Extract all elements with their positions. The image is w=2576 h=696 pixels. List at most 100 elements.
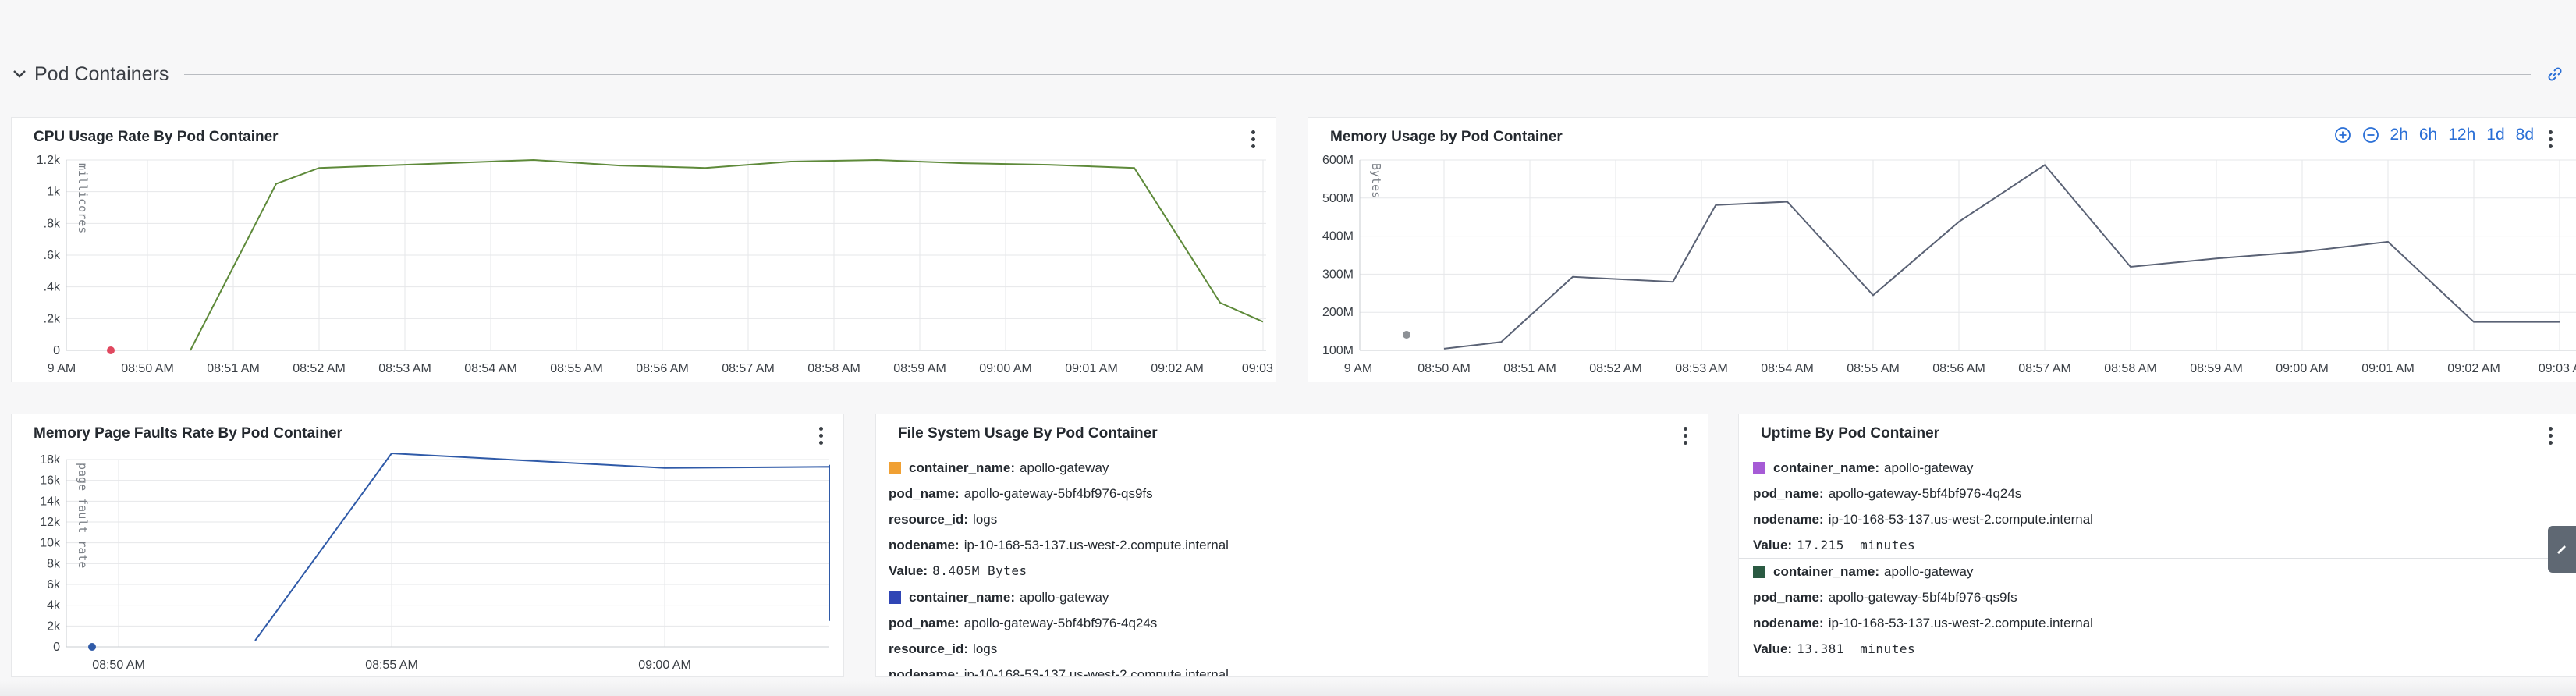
y-tick-label: 200M bbox=[1322, 306, 1354, 319]
y-tick-label: 8k bbox=[47, 557, 61, 570]
x-tick-label: 08:58 AM bbox=[807, 362, 860, 375]
x-tick-label: 08:54 AM bbox=[1761, 362, 1814, 375]
x-tick-label: 09:00 AM bbox=[638, 659, 691, 672]
page-faults-chart: 18k 16k 14k 12k 10k 8k 6k 4k 2k 0 08:50 AM 08:55 AM… bbox=[40, 452, 830, 672]
series-line bbox=[1443, 164, 2560, 350]
x-tick-label: 08:50 AM bbox=[92, 659, 145, 672]
chevron-down-icon[interactable] bbox=[11, 66, 28, 83]
panel-title: File System Usage By Pod Container bbox=[898, 425, 1158, 442]
field-value: apollo-gateway-5bf4bf976-qs9fs bbox=[1828, 590, 2017, 605]
x-tick-label: 08:54 AM bbox=[464, 362, 517, 375]
y-tick-label: 500M bbox=[1322, 192, 1354, 205]
memory-chart: 600M 500M 400M 300M 200M 100M 9 AM 08:50 AM 08:5… bbox=[1322, 154, 2576, 375]
field-value: logs bbox=[973, 641, 998, 656]
y-axis-label: millicores bbox=[76, 163, 90, 233]
x-tick-label: 08:56 AM bbox=[1932, 362, 1985, 375]
memory-usage-panel: Memory Usage by Pod Container 2h 6h 12h … bbox=[1308, 117, 2576, 382]
cpu-usage-panel: CPU Usage Rate By Pod Container 1.2k 1k .8… bbox=[11, 117, 1276, 382]
x-tick-label: 08:56 AM bbox=[636, 362, 689, 375]
field-label: nodename: bbox=[889, 667, 960, 676]
field-value: 8.405M Bytes bbox=[932, 563, 1027, 578]
feedback-tab[interactable] bbox=[2548, 526, 2576, 573]
field-value: 13.381 minutes bbox=[1797, 641, 1916, 656]
field-label: resource_id: bbox=[889, 641, 969, 656]
field-value: apollo-gateway-5bf4bf976-4q24s bbox=[963, 616, 1158, 630]
field-value: 17.215 minutes bbox=[1797, 538, 1916, 552]
x-tick-label: 08:50 AM bbox=[121, 362, 174, 375]
y-axis-label: Bytes bbox=[1369, 163, 1383, 198]
field-value: apollo-gateway bbox=[1884, 460, 1974, 475]
link-icon[interactable] bbox=[2545, 64, 2565, 84]
y-tick-label: 300M bbox=[1322, 268, 1354, 281]
x-tick-label: 08:55 AM bbox=[550, 362, 603, 375]
x-tick-label: 08:53 AM bbox=[378, 362, 431, 375]
series-swatch bbox=[1753, 565, 1765, 578]
x-tick-label: 08:59 AM bbox=[893, 362, 946, 375]
x-tick-label: 9 AM bbox=[48, 362, 76, 375]
x-tick-label: 08:53 AM bbox=[1675, 362, 1728, 375]
field-label: container_name: bbox=[1773, 564, 1880, 579]
x-tick-label: 08:51 AM bbox=[1503, 362, 1556, 375]
x-tick-label: 09:01 AM bbox=[2361, 362, 2415, 375]
y-tick-label: 1.2k bbox=[37, 154, 61, 167]
field-label: Value: bbox=[1753, 641, 1793, 656]
list-item: container_name: apollo-gateway pod_name: a… bbox=[1739, 559, 2576, 662]
field-value: apollo-gateway bbox=[1884, 564, 1974, 579]
field-label: nodename: bbox=[1753, 512, 1824, 527]
y-tick-label: 12k bbox=[40, 516, 61, 529]
field-label: pod_name: bbox=[1753, 486, 1824, 501]
field-label: resource_id: bbox=[889, 512, 969, 527]
field-label: Value: bbox=[889, 563, 928, 578]
field-label: pod_name: bbox=[889, 616, 960, 630]
y-tick-label: .4k bbox=[44, 281, 61, 294]
series-swatch bbox=[1753, 461, 1765, 474]
y-tick-label: .2k bbox=[44, 312, 61, 325]
panel-menu-icon[interactable] bbox=[1677, 424, 1694, 447]
y-tick-label: 0 bbox=[53, 641, 60, 654]
series-line bbox=[254, 452, 830, 641]
y-tick-label: .6k bbox=[44, 249, 61, 262]
x-tick-label: 09:01 AM bbox=[1065, 362, 1118, 375]
y-tick-label: 6k bbox=[47, 578, 61, 591]
x-tick-label: 08:59 AM bbox=[2190, 362, 2243, 375]
x-tick-label: 08:58 AM bbox=[2104, 362, 2157, 375]
uptime-panel: Uptime By Pod Container container_name:a… bbox=[1738, 414, 2576, 677]
file-system-panel: File System Usage By Pod Container conta… bbox=[875, 414, 1708, 677]
series-swatch bbox=[889, 461, 901, 474]
x-tick-label: 08:50 AM bbox=[1418, 362, 1471, 375]
y-tick-label: 0 bbox=[53, 344, 60, 357]
x-tick-label: 9 AM bbox=[1344, 362, 1372, 375]
x-tick-label: 09:02 AM bbox=[2447, 362, 2500, 375]
field-value: ip-10-168-53-137.us-west-2.compute.inter… bbox=[963, 667, 1229, 676]
y-tick-label: 16k bbox=[40, 474, 61, 488]
x-tick-label: 08:52 AM bbox=[293, 362, 346, 375]
field-label: container_name: bbox=[909, 460, 1016, 475]
y-tick-label: 10k bbox=[40, 537, 61, 550]
event-marker bbox=[107, 346, 115, 354]
section-title: Pod Containers bbox=[34, 62, 169, 85]
page-faults-panel: Memory Page Faults Rate By Pod Container… bbox=[11, 414, 844, 677]
event-marker bbox=[1403, 331, 1410, 339]
field-label: nodename: bbox=[889, 538, 960, 552]
y-tick-label: 400M bbox=[1322, 230, 1354, 243]
field-value: ip-10-168-53-137.us-west-2.compute.inter… bbox=[1828, 512, 2093, 527]
uptime-legend-list: container_name: apollo-gateway pod_name: a… bbox=[1739, 455, 2576, 676]
cpu-chart: 1.2k 1k .8k .6k .4k .2k 0 9 AM 08:50 AM 08:51 AM 0… bbox=[37, 154, 1276, 375]
bottom-scroll-shade bbox=[0, 680, 2576, 696]
field-value: apollo-gateway bbox=[1020, 590, 1109, 605]
field-value: ip-10-168-53-137.us-west-2.compute.inter… bbox=[1828, 616, 2093, 630]
x-tick-label: 09:03 A bbox=[2539, 362, 2576, 375]
list-item: container_name: apollo-gateway pod_name: a… bbox=[876, 455, 1708, 584]
field-label: container_name: bbox=[1773, 460, 1880, 475]
x-tick-label: 08:52 AM bbox=[1589, 362, 1642, 375]
section-divider bbox=[184, 73, 2531, 75]
fs-legend-list: container_name: apollo-gateway pod_name: a… bbox=[876, 455, 1708, 676]
panel-title: Uptime By Pod Container bbox=[1761, 425, 1940, 442]
y-axis-label: page fault rate bbox=[76, 463, 90, 568]
x-tick-label: 08:51 AM bbox=[207, 362, 260, 375]
panel-menu-icon[interactable] bbox=[2542, 424, 2559, 447]
y-tick-label: 1k bbox=[47, 186, 61, 199]
field-label: pod_name: bbox=[1753, 590, 1824, 605]
field-value: ip-10-168-53-137.us-west-2.compute.inter… bbox=[963, 538, 1229, 552]
field-value: logs bbox=[973, 512, 998, 527]
